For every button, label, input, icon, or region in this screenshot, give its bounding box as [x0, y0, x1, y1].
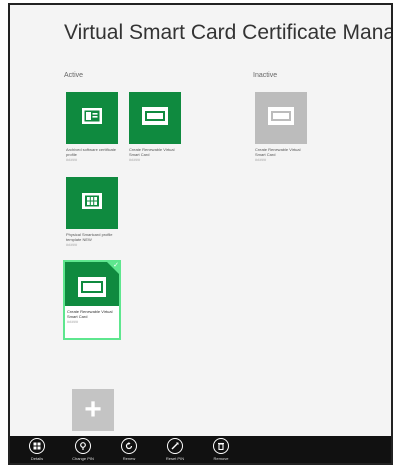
- add-profile-button[interactable]: +: [72, 389, 114, 431]
- chip-icon: [81, 192, 103, 215]
- change-pin-icon: [75, 438, 91, 454]
- reset-pin-button[interactable]: Reset PIN: [152, 436, 198, 461]
- tile-caption-sub: #####: [67, 319, 79, 324]
- id-card-icon: [81, 107, 103, 130]
- tile-archived-software-certificate-profile[interactable]: [66, 92, 118, 144]
- tile-caption-sub: #####: [129, 157, 141, 162]
- tile-caption: Create Renewable Virtual Smart Card ####…: [129, 147, 185, 162]
- remove-icon: [213, 438, 229, 454]
- renew-button[interactable]: Renew: [106, 436, 152, 461]
- remove-button[interactable]: Remove: [198, 436, 244, 461]
- tile-caption-text: Create Renewable Virtual Smart Card: [67, 309, 113, 319]
- tile-inactive-create-renewable-virtual-smart-card[interactable]: [255, 92, 307, 144]
- smart-card-icon: [69, 268, 115, 306]
- tile-caption-text: Create Renewable Virtual Smart Card: [129, 147, 175, 157]
- details-button[interactable]: Details: [14, 436, 60, 461]
- details-icon: [29, 438, 45, 454]
- plus-icon: +: [84, 393, 102, 426]
- tile-create-renewable-virtual-smart-card-selected[interactable]: ✓ Create Renewable Virtual Smart Card ##…: [63, 260, 121, 340]
- change-pin-button[interactable]: Change PIN: [60, 436, 106, 461]
- remove-label: Remove: [213, 456, 229, 461]
- tile-caption-sub: #####: [255, 157, 267, 162]
- tile-caption-text: Physical Smartcard profile template NEW: [66, 232, 113, 242]
- tile-caption: Create Renewable Virtual Smart Card ####…: [255, 147, 311, 162]
- tile-create-renewable-virtual-smart-card[interactable]: [129, 92, 181, 144]
- page-title: Virtual Smart Card Certificate Manager: [64, 21, 393, 44]
- app-window: Virtual Smart Card Certificate Manager A…: [8, 3, 393, 465]
- renew-icon: [121, 438, 137, 454]
- change-pin-label: Change PIN: [72, 456, 94, 461]
- tile-physical-smartcard-profile-template[interactable]: [66, 177, 118, 229]
- app-bar: Details Change PIN Renew Reset PIN Remov…: [10, 436, 391, 463]
- tile-caption-sub: #####: [66, 157, 78, 162]
- reset-pin-icon: [167, 438, 183, 454]
- tile-caption-sub: #####: [66, 242, 78, 247]
- tile-caption: Physical Smartcard profile template NEW …: [66, 232, 122, 247]
- tile-caption-text: Archived software certificate profile: [66, 147, 117, 157]
- tile-caption: Create Renewable Virtual Smart Card ####…: [65, 306, 119, 338]
- section-label-active: Active: [64, 72, 84, 79]
- reset-pin-label: Reset PIN: [165, 456, 185, 461]
- details-label: Details: [30, 456, 44, 461]
- smart-card-icon: [267, 106, 295, 131]
- smart-card-icon: [141, 106, 169, 131]
- tile-caption-text: Create Renewable Virtual Smart Card: [255, 147, 301, 157]
- renew-label: Renew: [122, 456, 136, 461]
- section-label-inactive: Inactive: [253, 72, 278, 79]
- tile-caption: Archived software certificate profile ##…: [66, 147, 122, 162]
